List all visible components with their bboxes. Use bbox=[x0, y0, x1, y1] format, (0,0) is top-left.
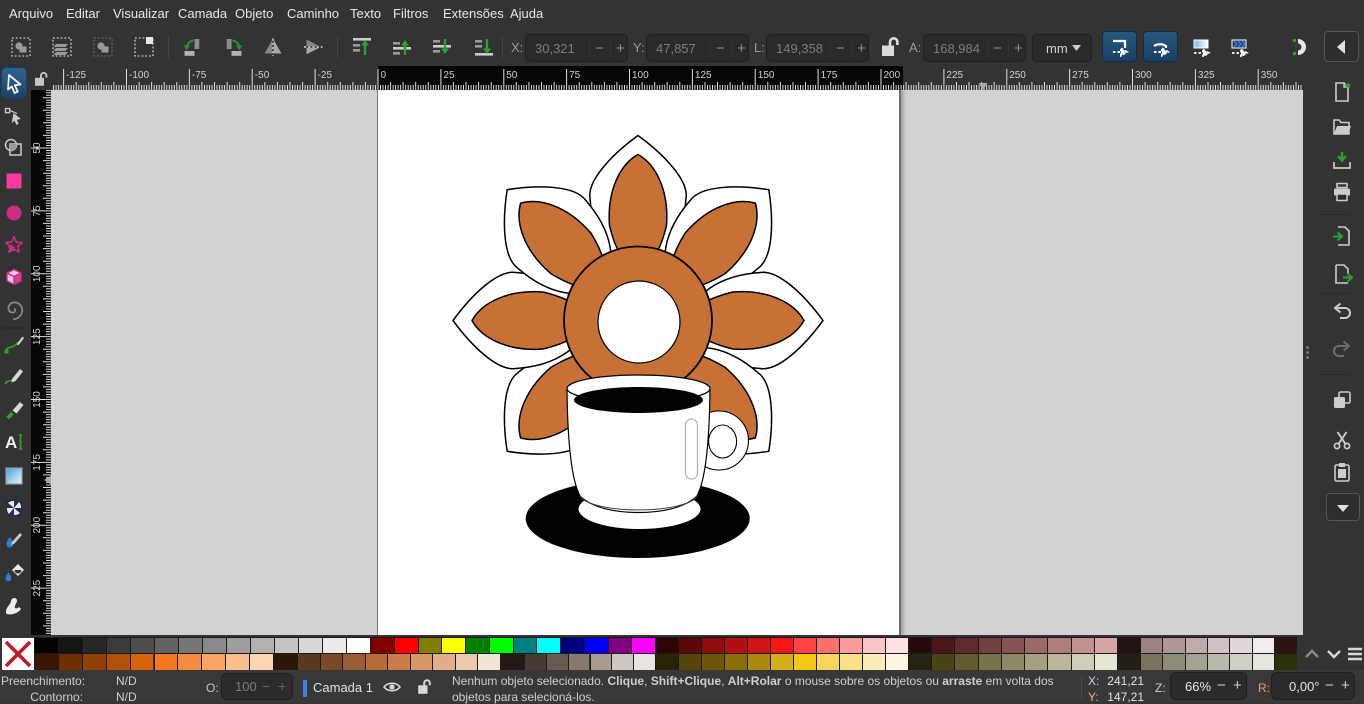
svg-text:225: 225 bbox=[32, 579, 43, 596]
svg-text:125: 125 bbox=[32, 328, 43, 345]
svg-text:-25: -25 bbox=[318, 70, 333, 81]
svg-text:200: 200 bbox=[884, 70, 901, 81]
svg-text:150: 150 bbox=[758, 70, 775, 81]
svg-text:225: 225 bbox=[946, 70, 963, 81]
svg-text:75: 75 bbox=[32, 205, 43, 217]
svg-text:100: 100 bbox=[632, 70, 649, 81]
svg-text:25: 25 bbox=[443, 70, 455, 81]
svg-text:350: 350 bbox=[1261, 70, 1278, 81]
svg-text:200: 200 bbox=[32, 516, 43, 533]
svg-text:-125: -125 bbox=[66, 70, 86, 81]
svg-text:100: 100 bbox=[32, 265, 43, 282]
svg-text:-75: -75 bbox=[192, 70, 207, 81]
svg-text:325: 325 bbox=[1198, 70, 1215, 81]
svg-text:175: 175 bbox=[821, 70, 838, 81]
svg-text:275: 275 bbox=[1072, 70, 1089, 81]
svg-text:300: 300 bbox=[1135, 70, 1152, 81]
svg-text:125: 125 bbox=[695, 70, 712, 81]
svg-text:250: 250 bbox=[1009, 70, 1026, 81]
svg-text:75: 75 bbox=[569, 70, 581, 81]
svg-text:-100: -100 bbox=[129, 70, 149, 81]
svg-text:0: 0 bbox=[381, 70, 387, 81]
svg-text:-50: -50 bbox=[255, 70, 270, 81]
svg-text:A: A bbox=[5, 433, 17, 452]
svg-text:50: 50 bbox=[506, 70, 518, 81]
svg-text:175: 175 bbox=[32, 454, 43, 471]
svg-text:50: 50 bbox=[32, 142, 43, 154]
svg-text:150: 150 bbox=[32, 391, 43, 408]
